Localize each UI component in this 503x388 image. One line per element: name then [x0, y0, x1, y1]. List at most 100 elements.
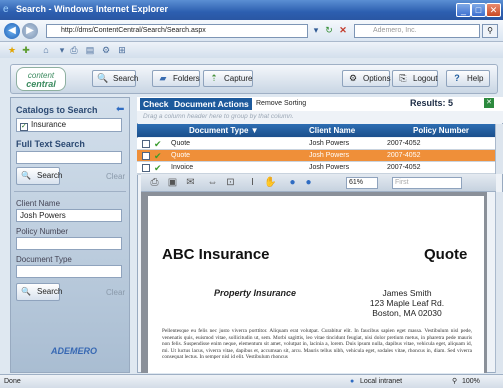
viewer-scrollbar[interactable]: [495, 192, 503, 373]
folder-icon: ▰: [159, 73, 167, 83]
tab-document-actions[interactable]: Document Actions: [171, 98, 252, 110]
row-document-type: Quote: [171, 152, 191, 159]
search-button[interactable]: 🔍 Search: [92, 70, 139, 87]
security-zone: Local intranet: [360, 378, 403, 385]
fit-width-icon[interactable]: ⇔: [206, 177, 219, 189]
page-select[interactable]: First: [392, 177, 462, 189]
row-checkbox[interactable]: [142, 152, 150, 160]
column-policy-number[interactable]: Policy Number: [413, 124, 469, 137]
help-button[interactable]: ? Help: [446, 70, 490, 87]
home-icon[interactable]: ⌂: [40, 44, 52, 56]
document-type-label: Document Type: [16, 255, 72, 264]
collapse-arrow-icon[interactable]: ⬅: [116, 104, 124, 115]
group-by-hint: Drag a column header here to group by th…: [137, 111, 503, 123]
address-input[interactable]: http://dms/ContentCentral/Search/Search.…: [46, 24, 308, 38]
status-text: Done: [4, 378, 21, 385]
table-row[interactable]: ✔ Quote Josh Powers 2007-4052: [137, 138, 495, 150]
results-count: Results: 5: [410, 98, 454, 108]
doc-address: James Smith 123 Maple Leaf Rd. Boston, M…: [360, 288, 454, 318]
print-icon[interactable]: ⎙: [68, 44, 80, 56]
magnifier-icon: 🔍: [21, 287, 31, 296]
browser-search-input[interactable]: Ademero, Inc.: [354, 24, 480, 38]
print-icon[interactable]: ⎙: [148, 177, 161, 189]
magnifier-icon: 🔍: [97, 73, 109, 83]
logo-line-2: central: [26, 79, 56, 89]
doc-body-text: Pellentesque eu felis nec justo viverra …: [162, 328, 472, 361]
text-select-icon[interactable]: I: [246, 177, 259, 189]
hand-tool-icon[interactable]: ✋: [264, 177, 277, 189]
research-icon[interactable]: ⊞: [116, 44, 128, 56]
fulltext-heading: Full Text Search: [16, 139, 85, 149]
table-row-selected[interactable]: ✔ Quote Josh Powers 2007-4052: [137, 150, 495, 162]
fulltext-search-label: Search: [37, 171, 63, 180]
email-icon[interactable]: ✉: [184, 177, 197, 189]
save-icon[interactable]: ▣: [166, 177, 179, 189]
row-checkbox[interactable]: [142, 164, 150, 172]
fulltext-clear-link[interactable]: Clear: [106, 172, 125, 181]
sidebar-divider: [14, 191, 126, 192]
capture-button-label: Capture: [224, 74, 253, 83]
intranet-icon: ●: [350, 378, 355, 385]
folders-button[interactable]: ▰ Folders: [152, 70, 200, 87]
stop-icon[interactable]: ✕: [337, 24, 349, 38]
feeds-icon[interactable]: ▾: [56, 44, 68, 56]
status-zoom[interactable]: 100%: [462, 375, 480, 388]
zoom-select[interactable]: 61%: [346, 177, 378, 189]
fulltext-search-button[interactable]: 🔍 Search: [16, 167, 63, 185]
window-title-bar: Search - Windows Internet Explorer: [0, 0, 503, 20]
forward-icon[interactable]: ▶: [22, 23, 38, 39]
grid-scrollbar[interactable]: [495, 124, 503, 174]
fit-page-icon[interactable]: ⊡: [224, 177, 237, 189]
row-policy-number: 2007-4052: [387, 152, 421, 159]
field-search-button[interactable]: 🔍 Search: [16, 283, 63, 301]
row-policy-number: 2007-4052: [387, 164, 421, 171]
close-icon[interactable]: ✕: [486, 3, 501, 17]
maximize-icon[interactable]: □: [471, 3, 486, 17]
options-button-label: Options: [363, 74, 391, 83]
capture-button[interactable]: ⇡ Capture: [203, 70, 253, 87]
catalog-checkbox[interactable]: ✓: [20, 123, 28, 131]
sort-desc-icon: ▼: [250, 126, 259, 135]
window-title: Search - Windows Internet Explorer: [16, 4, 168, 14]
row-document-type: Invoice: [171, 164, 194, 171]
row-policy-number: 2007-4052: [387, 140, 421, 147]
catalogs-heading: Catalogs to Search: [16, 105, 98, 115]
policy-number-input[interactable]: [16, 237, 122, 250]
fulltext-input[interactable]: [16, 151, 122, 164]
doc-address-name: James Smith: [382, 288, 432, 298]
field-search-label: Search: [37, 287, 63, 296]
address-dropdown-icon[interactable]: ▾: [311, 24, 321, 38]
excel-export-icon[interactable]: ✕: [484, 98, 494, 108]
zoom-in-icon[interactable]: ●: [302, 177, 315, 189]
field-clear-link[interactable]: Clear: [106, 288, 125, 297]
row-checkbox[interactable]: [142, 140, 150, 148]
table-row[interactable]: ✔ Invoice Josh Powers 2007-4052: [137, 162, 495, 174]
ie-logo-icon: e: [3, 4, 9, 15]
options-button[interactable]: ⚙ Options: [342, 70, 391, 87]
page-menu-icon[interactable]: ▤: [84, 44, 96, 56]
minimize-icon[interactable]: _: [456, 3, 471, 17]
doc-address-street: 123 Maple Leaf Rd.: [369, 298, 445, 308]
catalog-item-insurance: Insurance: [31, 120, 67, 129]
client-name-input[interactable]: Josh Powers: [16, 209, 122, 222]
row-client-name: Josh Powers: [309, 164, 350, 171]
search-button-label: Search: [113, 74, 139, 83]
tab-check[interactable]: Check: [140, 98, 172, 110]
logout-button[interactable]: ⎘ Logout: [392, 70, 438, 87]
capture-icon: ⇡: [210, 73, 218, 83]
column-client-name[interactable]: Client Name: [309, 124, 355, 137]
zoom-out-icon[interactable]: ●: [286, 177, 299, 189]
add-favorites-icon[interactable]: ✚: [20, 44, 32, 56]
row-client-name: Josh Powers: [309, 152, 350, 159]
refresh-icon[interactable]: ↻: [323, 24, 335, 38]
back-icon[interactable]: ◀: [4, 23, 20, 39]
search-icon[interactable]: ⚲: [482, 24, 498, 38]
doc-product: Property Insurance: [214, 288, 297, 298]
column-document-type[interactable]: Document Type ▼: [189, 124, 259, 137]
tools-gear-icon[interactable]: ⚙: [100, 44, 112, 56]
document-type-input[interactable]: [16, 265, 122, 278]
favorites-star-icon[interactable]: ★: [6, 44, 18, 56]
remove-sorting-link[interactable]: Remove Sorting: [256, 100, 306, 107]
magnifier-icon: 🔍: [21, 171, 31, 180]
help-icon: ?: [454, 73, 460, 83]
